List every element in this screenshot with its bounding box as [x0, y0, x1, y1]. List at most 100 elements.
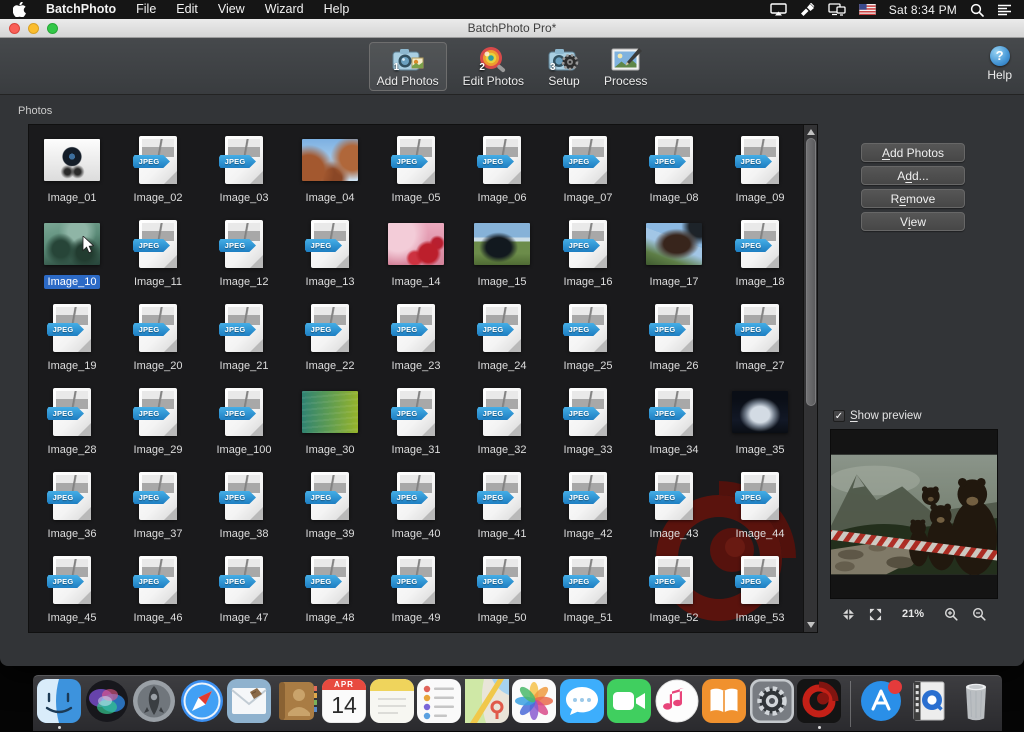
- dock-system-preferences[interactable]: [750, 679, 794, 729]
- photo-item-Image_16[interactable]: JPEGImage_16: [545, 213, 631, 297]
- photo-item-Image_05[interactable]: JPEGImage_05: [373, 129, 459, 213]
- toolbar-button-setup[interactable]: 3Setup: [540, 42, 588, 91]
- photo-item-Image_43[interactable]: JPEGImage_43: [631, 465, 717, 549]
- photo-item-Image_51[interactable]: JPEGImage_51: [545, 549, 631, 633]
- photo-item-Image_26[interactable]: JPEGImage_26: [631, 297, 717, 381]
- photo-item-Image_30[interactable]: Image_30: [287, 381, 373, 465]
- photo-item-Image_37[interactable]: JPEGImage_37: [115, 465, 201, 549]
- photo-item-Image_12[interactable]: JPEGImage_12: [201, 213, 287, 297]
- photo-item-Image_10[interactable]: Image_10: [29, 213, 115, 297]
- photo-item-Image_17[interactable]: Image_17: [631, 213, 717, 297]
- dock-launchpad[interactable]: [132, 679, 176, 729]
- notification-center-icon[interactable]: [997, 4, 1012, 16]
- photo-item-Image_28[interactable]: JPEGImage_28: [29, 381, 115, 465]
- toolbar-button-process[interactable]: Process: [596, 42, 655, 91]
- dock-safari[interactable]: [180, 679, 224, 729]
- photo-item-Image_24[interactable]: JPEGImage_24: [459, 297, 545, 381]
- zoom-button[interactable]: [47, 23, 58, 34]
- photo-item-Image_23[interactable]: JPEGImage_23: [373, 297, 459, 381]
- photo-item-Image_47[interactable]: JPEGImage_47: [201, 549, 287, 633]
- dock-maps[interactable]: [465, 679, 509, 729]
- minimize-button[interactable]: [28, 23, 39, 34]
- menu-edit[interactable]: Edit: [166, 0, 208, 19]
- photo-item-Image_02[interactable]: JPEGImage_02: [115, 129, 201, 213]
- show-preview-control[interactable]: ✓ Show preview: [833, 410, 922, 422]
- photo-item-Image_27[interactable]: JPEGImage_27: [717, 297, 803, 381]
- dock-trash[interactable]: [954, 679, 998, 729]
- dock-mail[interactable]: [227, 679, 271, 729]
- displays-icon[interactable]: [828, 3, 846, 16]
- dock-batchphoto[interactable]: [797, 679, 841, 729]
- photo-item-Image_41[interactable]: JPEGImage_41: [459, 465, 545, 549]
- photo-item-Image_42[interactable]: JPEGImage_42: [545, 465, 631, 549]
- zoom-in-icon[interactable]: [944, 607, 958, 621]
- menu-batchphoto[interactable]: BatchPhoto: [36, 0, 126, 19]
- photo-item-Image_20[interactable]: JPEGImage_20: [115, 297, 201, 381]
- photo-item-Image_38[interactable]: JPEGImage_38: [201, 465, 287, 549]
- scrollbar-thumb[interactable]: [806, 138, 816, 406]
- dock-app-store[interactable]: [859, 679, 903, 729]
- photo-item-Image_22[interactable]: JPEGImage_22: [287, 297, 373, 381]
- menu-file[interactable]: File: [126, 0, 166, 19]
- photo-item-Image_50[interactable]: JPEGImage_50: [459, 549, 545, 633]
- dock-quicktime-document[interactable]: [907, 679, 951, 729]
- dock-facetime[interactable]: [607, 679, 651, 729]
- dock-itunes[interactable]: [655, 679, 699, 729]
- photo-item-Image_100[interactable]: JPEGImage_100: [201, 381, 287, 465]
- dock-messages[interactable]: [560, 679, 604, 729]
- apple-menu-icon[interactable]: [8, 2, 30, 17]
- dock-calendar[interactable]: APR14: [322, 679, 366, 729]
- remove-button[interactable]: Remove: [861, 189, 965, 208]
- menu-bar-clock[interactable]: Sat 8:34 PM: [889, 3, 957, 17]
- photo-item-Image_49[interactable]: JPEGImage_49: [373, 549, 459, 633]
- graphics-tool-icon[interactable]: [800, 3, 815, 16]
- photo-item-Image_15[interactable]: Image_15: [459, 213, 545, 297]
- photo-item-Image_19[interactable]: JPEGImage_19: [29, 297, 115, 381]
- dock-reminders[interactable]: [417, 679, 461, 729]
- dock-photos[interactable]: [512, 679, 556, 729]
- photo-item-Image_29[interactable]: JPEGImage_29: [115, 381, 201, 465]
- photo-item-Image_52[interactable]: JPEGImage_52: [631, 549, 717, 633]
- menu-help[interactable]: Help: [314, 0, 360, 19]
- photo-item-Image_21[interactable]: JPEGImage_21: [201, 297, 287, 381]
- fit-to-window-icon[interactable]: [842, 608, 855, 621]
- dock-ibooks[interactable]: [702, 679, 746, 729]
- photo-item-Image_03[interactable]: JPEGImage_03: [201, 129, 287, 213]
- spotlight-search-icon[interactable]: [970, 3, 984, 17]
- photo-item-Image_18[interactable]: JPEGImage_18: [717, 213, 803, 297]
- photo-item-Image_39[interactable]: JPEGImage_39: [287, 465, 373, 549]
- zoom-out-icon[interactable]: [972, 607, 986, 621]
- photo-item-Image_48[interactable]: JPEGImage_48: [287, 549, 373, 633]
- photo-item-Image_11[interactable]: JPEGImage_11: [115, 213, 201, 297]
- add-button[interactable]: Add...: [861, 166, 965, 185]
- help-button[interactable]: ? Help: [987, 46, 1012, 82]
- photo-item-Image_07[interactable]: JPEGImage_07: [545, 129, 631, 213]
- photo-item-Image_01[interactable]: Image_01: [29, 129, 115, 213]
- dock-contacts[interactable]: [275, 679, 319, 729]
- photo-item-Image_46[interactable]: JPEGImage_46: [115, 549, 201, 633]
- dock-finder[interactable]: [37, 679, 81, 729]
- menu-view[interactable]: View: [208, 0, 255, 19]
- actual-size-icon[interactable]: [869, 608, 882, 621]
- menu-wizard[interactable]: Wizard: [255, 0, 314, 19]
- photo-item-Image_40[interactable]: JPEGImage_40: [373, 465, 459, 549]
- photo-item-Image_25[interactable]: JPEGImage_25: [545, 297, 631, 381]
- airplay-display-icon[interactable]: [770, 3, 787, 16]
- window-title-bar[interactable]: BatchPhoto Pro*: [0, 19, 1024, 38]
- scroll-down-arrow[interactable]: [804, 619, 817, 631]
- photo-item-Image_08[interactable]: JPEGImage_08: [631, 129, 717, 213]
- input-source-flag-icon[interactable]: [859, 4, 876, 15]
- photo-item-Image_35[interactable]: Image_35: [717, 381, 803, 465]
- dock-siri[interactable]: [85, 679, 129, 729]
- close-button[interactable]: [9, 23, 20, 34]
- add-photos-button[interactable]: Add Photos: [861, 143, 965, 162]
- toolbar-button-edit-photos[interactable]: 2Edit Photos: [455, 42, 532, 91]
- photo-item-Image_06[interactable]: JPEGImage_06: [459, 129, 545, 213]
- photo-item-Image_33[interactable]: JPEGImage_33: [545, 381, 631, 465]
- photo-item-Image_04[interactable]: Image_04: [287, 129, 373, 213]
- show-preview-checkbox[interactable]: ✓: [833, 410, 845, 422]
- photo-item-Image_31[interactable]: JPEGImage_31: [373, 381, 459, 465]
- photo-item-Image_34[interactable]: JPEGImage_34: [631, 381, 717, 465]
- photo-item-Image_13[interactable]: JPEGImage_13: [287, 213, 373, 297]
- photo-item-Image_53[interactable]: JPEGImage_53: [717, 549, 803, 633]
